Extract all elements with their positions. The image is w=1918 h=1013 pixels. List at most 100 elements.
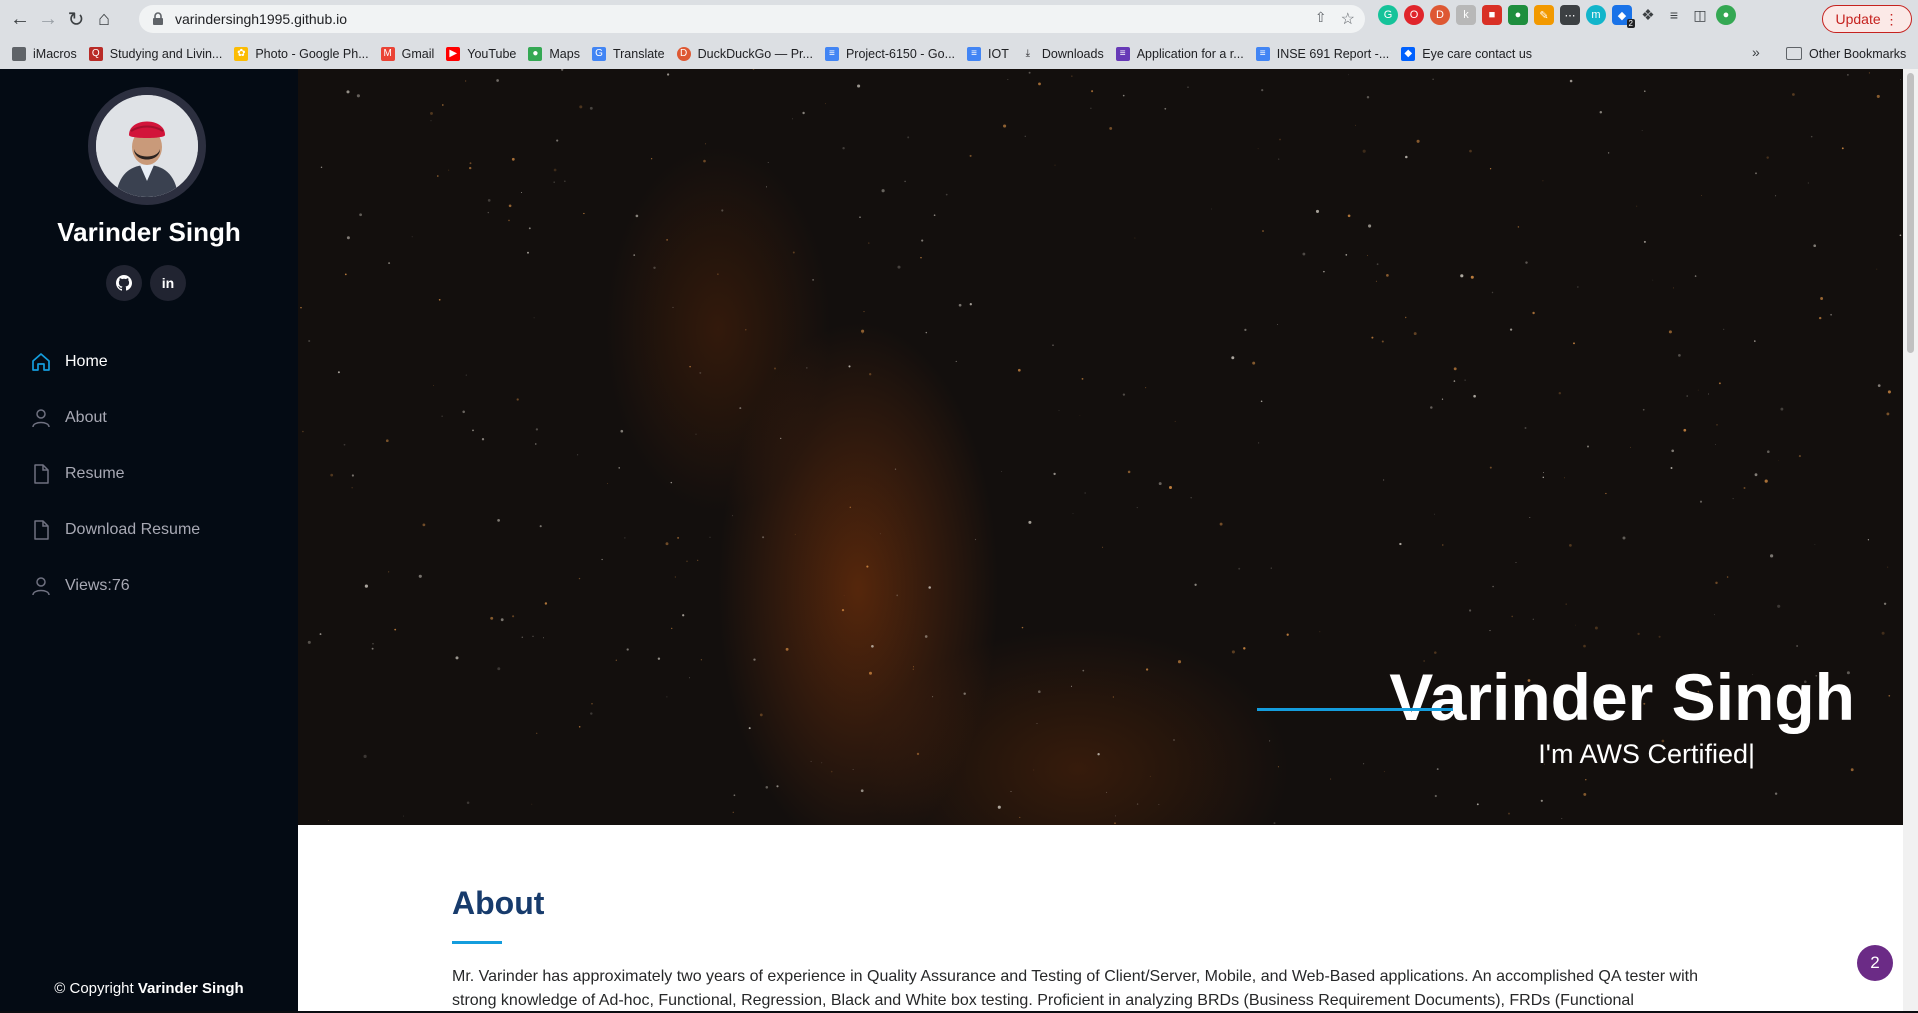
sidebar-item-label: About (65, 409, 107, 426)
bookmark-maps[interactable]: ● Maps (528, 46, 580, 61)
side-panel-icon[interactable]: ◫ (1690, 5, 1710, 25)
badge-extension-icon[interactable]: ◆ 2 (1612, 5, 1635, 28)
update-label: Update (1835, 11, 1881, 27)
gmail-icon: M (380, 46, 395, 61)
bookmark-label: IOT (988, 46, 1009, 61)
pencil-icon[interactable]: ✎ (1534, 5, 1554, 25)
sidebar-item-label: Views:76 (65, 577, 130, 594)
docs-icon: ≡ (967, 46, 982, 61)
hero-title: Varinder Singh (1389, 660, 1855, 734)
sidebar: Varinder Singh in Home About Resume Down… (0, 69, 298, 1011)
bookmark-duckduckgo[interactable]: D DuckDuckGo — Pr... (676, 46, 813, 61)
quora-icon: Q (88, 46, 103, 61)
copyright-name: Varinder Singh (137, 980, 244, 997)
file-icon (34, 464, 49, 484)
other-bookmarks-label: Other Bookmarks (1809, 46, 1907, 61)
docs-icon: ≡ (824, 46, 839, 61)
hero-subtitle: I'm AWS Certified| (1538, 739, 1755, 769)
bookmark-inse[interactable]: ≡ INSE 691 Report -... (1255, 46, 1390, 61)
duckduckgo-icon: D (676, 46, 691, 61)
profile-avatar-icon[interactable]: ● (1716, 5, 1736, 25)
bookmark-translate[interactable]: G Translate (591, 46, 665, 61)
bookmark-star-icon[interactable]: ☆ (1341, 9, 1355, 29)
puzzle-icon[interactable]: ❖ (1638, 5, 1658, 25)
dots-extension-icon[interactable]: ⋯ (1560, 5, 1580, 25)
share-icon[interactable]: ⇧ (1315, 9, 1327, 29)
bookmark-imacros[interactable]: iMacros (12, 46, 77, 61)
bookmarks-bar: iMacros Q Studying and Livin... ✿ Photo - … (0, 38, 1918, 69)
github-icon[interactable] (106, 265, 142, 301)
person-icon (32, 409, 50, 428)
bookmark-gmail[interactable]: M Gmail (380, 46, 435, 61)
about-section: About Mr. Varinder has approximately two… (298, 825, 1903, 1011)
copyright-prefix: © Copyright (54, 980, 134, 997)
bookmark-eyecare[interactable]: ◆ Eye care contact us (1401, 46, 1533, 61)
section-title: About (452, 885, 545, 921)
sidebar-item-download-resume[interactable]: Download Resume (0, 502, 298, 558)
bookmark-label: iMacros (33, 46, 77, 61)
green-extension-icon[interactable]: ● (1508, 5, 1528, 25)
forward-icon[interactable]: → (34, 5, 62, 33)
red-book-icon[interactable]: ■ (1482, 5, 1502, 25)
person-icon (32, 577, 50, 596)
download-icon: ⤓ (1025, 48, 1031, 59)
bookmark-youtube[interactable]: ▶ YouTube (446, 46, 517, 61)
profile-name: Varinder Singh (57, 217, 241, 247)
bookmark-label: INSE 691 Report -... (1276, 46, 1390, 61)
home-icon (32, 353, 50, 371)
bookmark-project[interactable]: ≡ Project-6150 - Go... (824, 46, 956, 61)
folder-icon (12, 46, 26, 61)
bookmark-label: Gmail (401, 46, 435, 61)
sidebar-nav: Home About Resume Download Resume Views:… (0, 334, 298, 614)
page-scrollbar[interactable] (1903, 69, 1918, 1011)
bookmark-iot[interactable]: ≡ IOT (967, 46, 1009, 61)
reading-list-icon[interactable]: ≡ (1664, 5, 1684, 25)
youtube-icon: ▶ (446, 46, 461, 61)
profile-photo (96, 95, 198, 197)
bookmark-photos[interactable]: ✿ Photo - Google Ph... (234, 46, 369, 61)
bookmark-studying[interactable]: Q Studying and Livin... (88, 46, 222, 61)
bookmark-label: Project-6150 - Go... (845, 46, 956, 61)
avatar (88, 87, 206, 205)
about-text: Mr. Varinder has approximately two years… (452, 968, 1698, 1009)
sidebar-item-views[interactable]: Views:76 (0, 558, 298, 614)
update-button[interactable]: Update ⋮ (1822, 5, 1912, 33)
bookmark-label: Eye care contact us (1422, 46, 1533, 61)
scrollbar-thumb[interactable] (1907, 73, 1914, 353)
forms-icon: ≡ (1115, 46, 1130, 61)
opera-icon[interactable]: O (1404, 5, 1424, 25)
m-extension-icon[interactable]: m (1586, 5, 1606, 25)
duckduckgo-icon[interactable]: D (1430, 5, 1450, 25)
bookmark-label: Downloads (1041, 46, 1104, 61)
sidebar-item-label: Resume (65, 465, 125, 482)
sidebar-item-home[interactable]: Home (0, 334, 298, 390)
bookmark-application[interactable]: ≡ Application for a r... (1115, 46, 1244, 61)
reload-icon[interactable]: ↻ (62, 5, 90, 33)
lock-icon (153, 12, 163, 25)
dropbox-icon: ◆ (1401, 46, 1416, 61)
linkedin-icon[interactable]: in (150, 265, 186, 301)
url-text: varindersingh1995.github.io (175, 11, 348, 27)
extension-icon[interactable]: k (1456, 5, 1476, 25)
browser-chrome: ← → ↻ ⌂ varindersingh1995.github.io ⇧ ☆ … (0, 0, 1918, 69)
translate-icon: G (591, 46, 606, 61)
bookmark-label: YouTube (467, 46, 517, 61)
extension-badge: 2 (1626, 19, 1635, 28)
bookmark-downloads[interactable]: ⤓ Downloads (1021, 47, 1104, 61)
file-icon (34, 520, 49, 540)
folder-icon (1786, 47, 1802, 60)
bookmarks-overflow-icon[interactable]: » (1752, 44, 1760, 60)
address-bar[interactable]: varindersingh1995.github.io ⇧ ☆ (139, 5, 1365, 33)
sidebar-item-about[interactable]: About (0, 390, 298, 446)
notification-badge[interactable]: 2 (1857, 945, 1893, 981)
docs-icon: ≡ (1255, 46, 1270, 61)
social-links: in (106, 265, 186, 301)
sidebar-item-resume[interactable]: Resume (0, 446, 298, 502)
sidebar-item-label: Home (65, 353, 108, 370)
home-browser-icon[interactable]: ⌂ (90, 5, 118, 33)
other-bookmarks[interactable]: Other Bookmarks (1786, 38, 1906, 69)
back-icon[interactable]: ← (6, 5, 34, 33)
grammarly-icon[interactable]: G (1378, 5, 1398, 25)
bookmark-label: Translate (612, 46, 665, 61)
hero-section: Varinder Singh I'm AWS Certified| (298, 69, 1903, 825)
